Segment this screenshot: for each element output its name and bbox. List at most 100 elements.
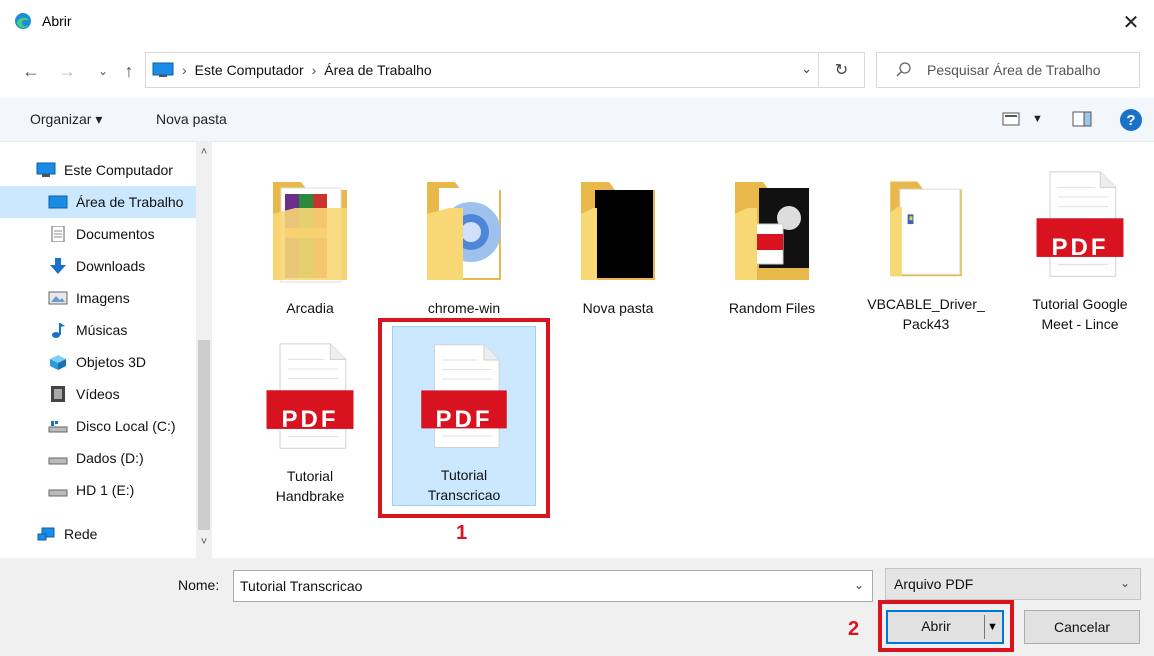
file-label: VBCABLE_Driver_ Pack43 (867, 296, 985, 332)
filetype-value: Arquivo PDF (894, 576, 974, 592)
breadcrumb-separator: › (182, 62, 187, 78)
sidebar-item-imagens[interactable]: Imagens (0, 282, 196, 314)
address-dropdown-icon[interactable]: ⌄ (801, 61, 812, 77)
sidebar-item-dados-d[interactable]: Dados (D:) (0, 442, 196, 474)
command-toolbar: Organizar ▾ Nova pasta ▼ ? (0, 98, 1154, 142)
title-bar: Abrir ✕ (0, 0, 1154, 44)
sidebar-item-label: Vídeos (76, 386, 120, 402)
annotation-highlight-box (378, 318, 550, 518)
up-arrow-icon: ↑ (124, 60, 134, 81)
file-item-arcadia[interactable]: Arcadia (238, 154, 382, 334)
file-item-random-files[interactable]: Random Files (700, 154, 844, 334)
back-button[interactable]: ← (20, 58, 42, 84)
sidebar-item-videos[interactable]: Vídeos (0, 378, 196, 410)
refresh-icon: ↻ (834, 62, 849, 79)
close-icon: ✕ (1122, 11, 1140, 34)
sidebar-item-label: Músicas (76, 322, 128, 338)
help-button[interactable]: ? (1120, 109, 1142, 131)
file-item-nova-pasta[interactable]: Nova pasta (546, 154, 690, 334)
drive-icon (48, 457, 68, 465)
file-item-chrome-win[interactable]: chrome-win (392, 154, 536, 334)
sidebar-item-downloads[interactable]: Downloads (0, 250, 196, 282)
scroll-up-icon[interactable]: ˄ (196, 146, 212, 164)
open-file-dialog: Abrir ✕ ← → ⌄ ↑ › Este Computador › Área… (0, 0, 1154, 656)
annotation-step-2: 2 (848, 618, 860, 640)
dialog-footer: Nome: ⌄ Arquivo PDF ⌄ 2 Abrir ▼ Cancelar (0, 558, 1154, 656)
file-label: chrome-win (427, 300, 501, 316)
sidebar-item-hd1-e[interactable]: HD 1 (E:) (0, 474, 196, 506)
computer-icon (36, 162, 56, 177)
pdf-icon (266, 343, 354, 449)
file-list-view: Arcadia chrome-win Nova pasta Random Fil… (212, 142, 1154, 558)
computer-icon (152, 62, 174, 77)
scrollbar-thumb[interactable] (198, 340, 210, 530)
close-button[interactable]: ✕ (1108, 0, 1154, 44)
open-split-dropdown-icon[interactable]: ▼ (984, 615, 1000, 639)
sidebar-item-objetos-3d[interactable]: Objetos 3D (0, 346, 196, 378)
file-label: Tutorial Google Meet - Lince (1032, 296, 1128, 332)
filename-dropdown-icon[interactable]: ⌄ (854, 578, 864, 592)
sidebar-item-label: Este Computador (64, 162, 173, 178)
window-title: Abrir (42, 13, 72, 29)
filetype-select[interactable]: Arquivo PDF ⌄ (885, 568, 1141, 600)
file-label: Arcadia (286, 300, 334, 316)
open-button[interactable]: Abrir ▼ (886, 610, 1004, 644)
sidebar-item-musicas[interactable]: Músicas (0, 314, 196, 346)
breadcrumb-item-computer[interactable]: Este Computador (195, 62, 304, 78)
search-icon (896, 62, 911, 77)
downloads-icon (50, 258, 66, 274)
annotation-step-1: 1 (456, 522, 468, 544)
videos-icon (51, 386, 65, 402)
address-bar[interactable]: › Este Computador › Área de Trabalho ⌄ ↻ (145, 52, 865, 88)
sidebar-item-documentos[interactable]: Documentos (0, 218, 196, 250)
pdf-badge-text: PDF (281, 406, 339, 433)
file-item-vbcable-driver-pack43[interactable]: VBCABLE_Driver_ Pack43 (854, 154, 998, 334)
preview-pane-icon[interactable] (1072, 110, 1092, 128)
view-options-icon[interactable] (1002, 110, 1020, 128)
sidebar-item-label: Dados (D:) (76, 450, 144, 466)
new-folder-button[interactable]: Nova pasta (156, 111, 227, 127)
pdf-icon (1036, 171, 1124, 277)
organize-menu[interactable]: Organizar ▾ (30, 111, 102, 128)
file-item-tutorial-handbrake[interactable]: PDF Tutorial Handbrake (238, 326, 382, 506)
sidebar-item-label: Objetos 3D (76, 354, 147, 370)
folder-icon (581, 182, 655, 280)
chevron-down-icon: ⌄ (97, 64, 109, 78)
sidebar-item-disco-local-c[interactable]: Disco Local (C:) (0, 410, 196, 442)
filetype-dropdown-icon: ⌄ (1119, 576, 1130, 590)
scroll-down-icon[interactable]: ˅ (196, 536, 212, 554)
filename-combobox[interactable]: ⌄ (233, 570, 873, 602)
sidebar-item-label: Rede (64, 526, 98, 542)
sidebar-item-label: Disco Local (C:) (76, 418, 176, 434)
filename-input[interactable] (234, 571, 834, 601)
view-dropdown-icon[interactable]: ▼ (1032, 113, 1043, 125)
music-icon (52, 323, 65, 338)
desktop-icon (48, 195, 68, 209)
filename-label: Nome: (178, 577, 220, 593)
drive-icon (48, 489, 68, 497)
drive-c-icon (48, 421, 68, 433)
search-box[interactable]: Pesquisar Área de Trabalho (876, 52, 1140, 88)
sidebar-item-este-computador[interactable]: Este Computador (0, 154, 196, 186)
breadcrumb-item-desktop[interactable]: Área de Trabalho (324, 62, 431, 78)
back-arrow-icon: ← (22, 60, 40, 81)
recent-locations-button[interactable]: ⌄ (92, 58, 114, 84)
navigation-pane-scrollbar[interactable]: ˄ ˅ (196, 142, 212, 558)
sidebar-item-label: Downloads (76, 258, 146, 274)
up-button[interactable]: ↑ (118, 58, 140, 84)
file-label: Tutorial Handbrake (275, 468, 345, 504)
folder-icon (427, 182, 501, 280)
folder-icon (273, 182, 347, 283)
navigation-pane: Este Computador Área de Trabalho Documen… (0, 142, 212, 558)
forward-button[interactable]: → (56, 58, 78, 84)
folder-icon (890, 181, 962, 277)
cancel-button[interactable]: Cancelar (1024, 610, 1140, 644)
sidebar-item-label: Documentos (76, 226, 155, 242)
file-item-tutorial-google-meet[interactable]: PDF Tutorial Google Meet - Lince (1008, 154, 1152, 334)
refresh-button[interactable]: ↻ (818, 53, 864, 87)
sidebar-item-rede[interactable]: Rede (0, 518, 196, 550)
objects-3d-icon (50, 355, 66, 370)
navigation-bar: ← → ⌄ ↑ › Este Computador › Área de Trab… (0, 50, 1154, 92)
sidebar-item-label: Imagens (76, 290, 130, 306)
sidebar-item-area-de-trabalho[interactable]: Área de Trabalho (0, 186, 196, 218)
